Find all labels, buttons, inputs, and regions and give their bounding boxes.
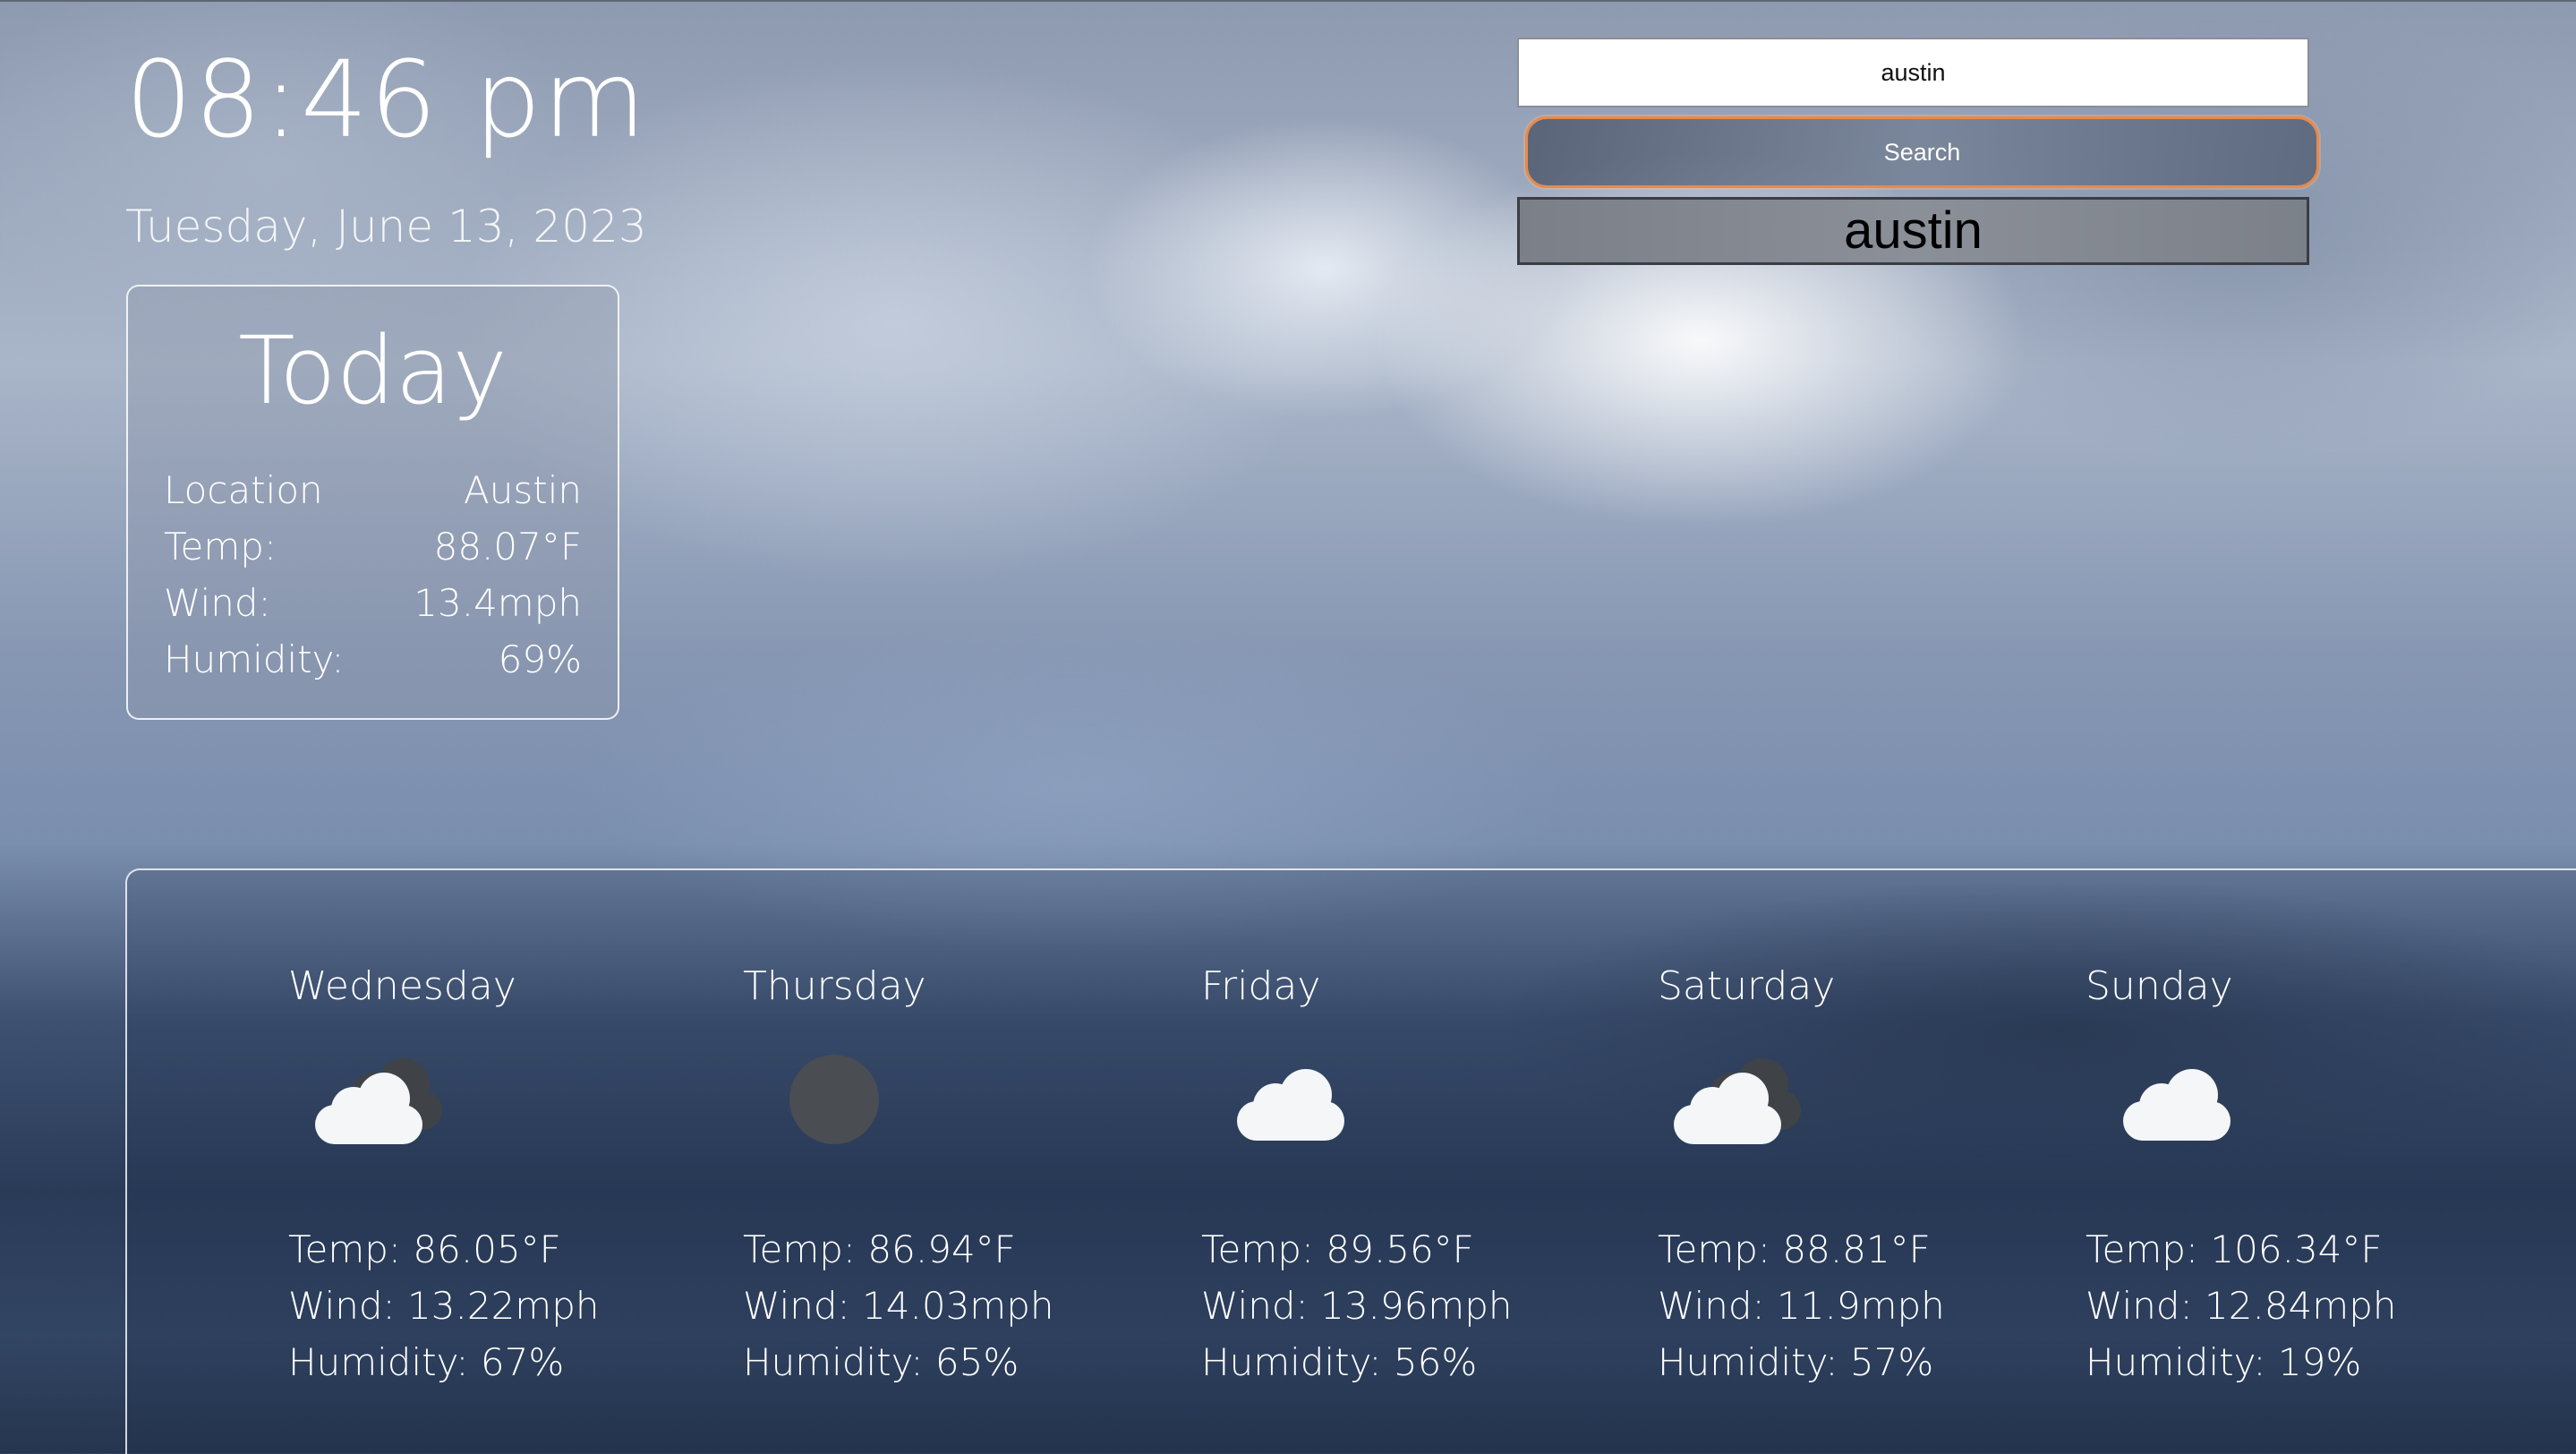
forecast-day-name: Thursday xyxy=(743,963,926,1009)
forecast-stats: Temp: 86.05°F Wind: 13.22mph Humidity: 6… xyxy=(288,1221,599,1390)
forecast-humidity: Humidity: 57% xyxy=(1658,1340,1934,1384)
current-date: Tuesday, June 13, 2023 xyxy=(125,201,647,252)
forecast-day-name: Sunday xyxy=(2086,963,2233,1009)
cloud-dark-cloud-icon xyxy=(1658,1053,1801,1151)
forecast-day-name: Wednesday xyxy=(288,963,516,1009)
forecast-day-name: Saturday xyxy=(1658,963,1836,1009)
today-location-label: Location xyxy=(164,468,323,512)
forecast-day-sunday: Sunday Temp: 106.34°F Wind: 12.84mph Hum… xyxy=(2086,963,2396,1385)
current-time: 08:46 pm xyxy=(125,38,648,161)
forecast-temp: Temp: 89.56°F xyxy=(1201,1227,1474,1271)
forecast-wind: Wind: 13.96mph xyxy=(1201,1284,1513,1328)
forecast-stats: Temp: 88.81°F Wind: 11.9mph Humidity: 57… xyxy=(1658,1221,1945,1390)
cloud-icon xyxy=(2086,1053,2231,1151)
today-temp-label: Temp: xyxy=(164,525,277,569)
today-wind-label: Wind: xyxy=(164,581,271,625)
five-day-forecast: Wednesday Temp: 86.05°F Wind: 13.22mph H… xyxy=(125,868,2576,1454)
today-location-row: Location Austin xyxy=(164,462,582,518)
forecast-wind: Wind: 11.9mph xyxy=(1658,1284,1945,1328)
today-wind-row: Wind: 13.4mph xyxy=(164,575,582,631)
forecast-temp: Temp: 106.34°F xyxy=(2086,1227,2383,1271)
forecast-day-friday: Friday Temp: 89.56°F Wind: 13.96mph Humi… xyxy=(1201,963,1512,1385)
search-history-item[interactable]: austin xyxy=(1517,197,2309,265)
moon-icon xyxy=(743,1053,879,1151)
forecast-wind: Wind: 13.22mph xyxy=(288,1284,600,1328)
today-details: Location Austin Temp: 88.07°F Wind: 13.4… xyxy=(164,462,582,688)
today-humidity-value: 69% xyxy=(498,637,582,681)
forecast-humidity: Humidity: 19% xyxy=(2086,1340,2362,1384)
forecast-day-saturday: Saturday Temp: 88.81°F Wind: 11.9mph Hum… xyxy=(1658,963,1945,1385)
today-humidity-row: Humidity: 69% xyxy=(164,631,582,688)
today-temp-value: 88.07°F xyxy=(433,525,582,569)
window-top-border xyxy=(0,0,2576,2)
today-card: Today Location Austin Temp: 88.07°F Wind… xyxy=(126,285,619,720)
forecast-humidity: Humidity: 56% xyxy=(1201,1340,1478,1384)
cloud-icon xyxy=(1201,1053,1344,1151)
forecast-stats: Temp: 89.56°F Wind: 13.96mph Humidity: 5… xyxy=(1201,1221,1512,1390)
forecast-temp: Temp: 86.05°F xyxy=(288,1227,561,1271)
today-title: Today xyxy=(238,316,508,425)
cloud-dark-cloud-icon xyxy=(288,1053,442,1151)
search-button[interactable]: Search xyxy=(1525,116,2319,188)
forecast-temp: Temp: 88.81°F xyxy=(1658,1227,1931,1271)
city-search-input[interactable] xyxy=(1517,38,2309,107)
today-location-value: Austin xyxy=(464,468,582,512)
forecast-temp: Temp: 86.94°F xyxy=(743,1227,1016,1271)
today-wind-value: 13.4mph xyxy=(414,581,582,625)
forecast-wind: Wind: 14.03mph xyxy=(743,1284,1054,1328)
forecast-stats: Temp: 86.94°F Wind: 14.03mph Humidity: 6… xyxy=(743,1221,1053,1390)
forecast-day-name: Friday xyxy=(1201,963,1321,1009)
forecast-wind: Wind: 12.84mph xyxy=(2086,1284,2397,1328)
forecast-humidity: Humidity: 67% xyxy=(288,1340,565,1384)
today-temp-row: Temp: 88.07°F xyxy=(164,518,582,575)
today-humidity-label: Humidity: xyxy=(164,637,345,681)
forecast-day-thursday: Thursday Temp: 86.94°F Wind: 14.03mph Hu… xyxy=(743,963,1053,1385)
forecast-humidity: Humidity: 65% xyxy=(743,1340,1019,1384)
forecast-stats: Temp: 106.34°F Wind: 12.84mph Humidity: … xyxy=(2086,1221,2396,1390)
forecast-day-wednesday: Wednesday Temp: 86.05°F Wind: 13.22mph H… xyxy=(288,963,599,1385)
